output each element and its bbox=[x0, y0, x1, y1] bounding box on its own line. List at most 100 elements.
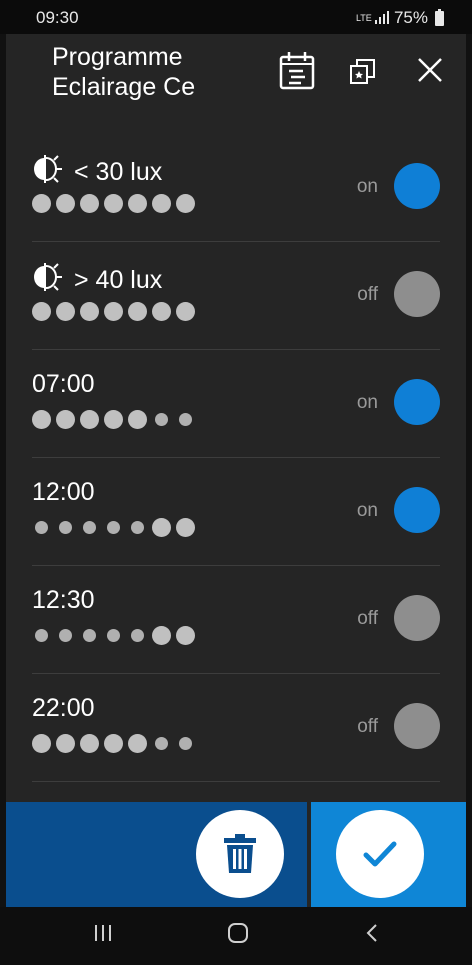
system-nav-bar bbox=[0, 907, 472, 965]
weekday-dot bbox=[104, 734, 123, 753]
weekday-dot bbox=[80, 302, 99, 321]
delete-button[interactable] bbox=[196, 810, 284, 898]
weekday-dot bbox=[104, 410, 123, 429]
state-label: on bbox=[356, 392, 378, 413]
state-label: off bbox=[357, 608, 378, 629]
weekday-dot bbox=[35, 521, 48, 534]
weekday-dot bbox=[80, 410, 99, 429]
weekday-dot bbox=[131, 629, 144, 642]
calendar-list-icon[interactable] bbox=[278, 50, 316, 92]
weekday-dot bbox=[128, 302, 147, 321]
schedule-list: < 30 lux on > 40 lux off 07:00 on 12:00 on 12:30… bbox=[6, 134, 466, 782]
weekday-dot bbox=[80, 194, 99, 213]
schedule-row-label: 12:30 bbox=[32, 586, 95, 614]
weekday-dot bbox=[155, 737, 168, 750]
weekday-dot bbox=[107, 629, 120, 642]
schedule-row-title: 12:30 bbox=[32, 586, 95, 614]
schedule-row[interactable]: 22:00 off bbox=[32, 674, 440, 782]
weekday-dot bbox=[176, 194, 195, 213]
check-icon bbox=[363, 841, 397, 867]
status-time: 09:30 bbox=[36, 8, 79, 27]
weekday-dot bbox=[32, 410, 51, 429]
weekday-indicators bbox=[32, 518, 195, 537]
schedule-row-title: 12:00 bbox=[32, 478, 95, 506]
schedule-row[interactable]: 12:30 off bbox=[32, 566, 440, 674]
weekday-indicators bbox=[32, 302, 195, 321]
page-title-line2: Eclairage Ce bbox=[52, 73, 196, 101]
weekday-dot bbox=[176, 518, 195, 537]
weekday-dot bbox=[32, 734, 51, 753]
weekday-dot bbox=[107, 521, 120, 534]
weekday-dot bbox=[104, 194, 123, 213]
network-type: LTE bbox=[355, 12, 372, 23]
weekday-dot bbox=[179, 737, 192, 750]
weekday-dot bbox=[152, 626, 171, 645]
schedule-row-label: > 40 lux bbox=[74, 266, 163, 294]
action-bar bbox=[6, 802, 466, 907]
weekday-dot bbox=[80, 734, 99, 753]
battery-icon bbox=[435, 8, 444, 26]
weekday-dot bbox=[56, 194, 75, 213]
weekday-dot bbox=[56, 410, 75, 429]
page-title: Programme Eclairage Ce bbox=[52, 42, 262, 108]
trash-icon bbox=[224, 834, 256, 873]
toggle-switch[interactable] bbox=[394, 703, 440, 749]
state-label: off bbox=[357, 284, 378, 305]
schedule-row[interactable]: 07:00 on bbox=[32, 350, 440, 458]
toggle-switch[interactable] bbox=[394, 595, 440, 641]
toggle-switch[interactable] bbox=[394, 271, 440, 317]
weekday-dot bbox=[152, 302, 171, 321]
schedule-row-label: 07:00 bbox=[32, 370, 95, 398]
confirm-button[interactable] bbox=[336, 810, 424, 898]
home-icon[interactable] bbox=[226, 921, 250, 950]
weekday-dot bbox=[152, 194, 171, 213]
schedule-row-title: > 40 lux bbox=[32, 262, 162, 298]
weekday-indicators bbox=[32, 194, 195, 213]
schedule-row-title: 22:00 bbox=[32, 694, 95, 722]
weekday-dot bbox=[152, 518, 171, 537]
weekday-dot bbox=[59, 521, 72, 534]
schedule-row-label: < 30 lux bbox=[74, 158, 163, 186]
state-label: on bbox=[356, 500, 378, 521]
toggle-switch[interactable] bbox=[394, 379, 440, 425]
weekday-dot bbox=[176, 626, 195, 645]
recent-apps-icon[interactable] bbox=[93, 921, 113, 950]
status-indicators: LTE 75% bbox=[356, 8, 444, 28]
weekday-indicators bbox=[32, 626, 195, 645]
signal-icon bbox=[374, 11, 389, 24]
weekday-dot bbox=[35, 629, 48, 642]
light-sensor-icon bbox=[32, 154, 66, 190]
weekday-dot bbox=[128, 194, 147, 213]
status-bar: 09:30 LTE 75% bbox=[0, 0, 472, 34]
state-label: off bbox=[357, 716, 378, 737]
schedule-row-title: < 30 lux bbox=[32, 154, 162, 190]
weekday-dot bbox=[131, 521, 144, 534]
state-label: on bbox=[356, 176, 378, 197]
weekday-dot bbox=[56, 302, 75, 321]
toggle-switch[interactable] bbox=[394, 163, 440, 209]
weekday-dot bbox=[104, 302, 123, 321]
weekday-dot bbox=[176, 302, 195, 321]
back-icon[interactable] bbox=[362, 921, 382, 950]
schedule-row[interactable]: 12:00 on bbox=[32, 458, 440, 566]
close-icon[interactable] bbox=[416, 56, 444, 84]
schedule-row[interactable]: < 30 lux on bbox=[32, 134, 440, 242]
schedule-row-title: 07:00 bbox=[32, 370, 95, 398]
weekday-dot bbox=[128, 734, 147, 753]
toggle-switch[interactable] bbox=[394, 487, 440, 533]
copy-icon[interactable] bbox=[349, 58, 377, 86]
weekday-dot bbox=[179, 413, 192, 426]
weekday-dot bbox=[83, 629, 96, 642]
weekday-indicators bbox=[32, 734, 195, 753]
weekday-indicators bbox=[32, 410, 195, 429]
weekday-dot bbox=[56, 734, 75, 753]
confirm-area bbox=[311, 802, 466, 907]
delete-area bbox=[6, 802, 307, 907]
weekday-dot bbox=[32, 194, 51, 213]
header: Programme Eclairage Ce bbox=[6, 34, 466, 120]
schedule-screen: Programme Eclairage Ce < 30 lux on > 40 … bbox=[6, 34, 466, 907]
weekday-dot bbox=[32, 302, 51, 321]
battery-level: 75% bbox=[393, 8, 428, 27]
schedule-row[interactable]: > 40 lux off bbox=[32, 242, 440, 350]
page-title-line1: Programme bbox=[52, 43, 183, 71]
